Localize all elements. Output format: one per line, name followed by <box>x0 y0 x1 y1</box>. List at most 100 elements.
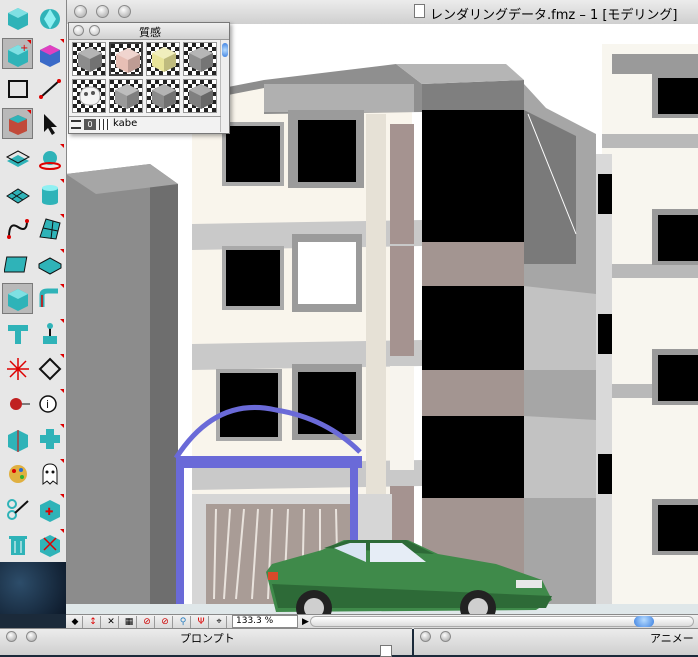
grid-view-icon[interactable] <box>99 119 110 130</box>
material-cube-icon <box>152 84 176 109</box>
tool-plane[interactable] <box>2 143 33 174</box>
window-title: レンダリングデータ.fmz – 1 [モデリング] <box>430 8 678 23</box>
tool-curve[interactable] <box>2 213 33 244</box>
tool-puzzle[interactable]: ✚ <box>34 493 65 524</box>
material-swatch[interactable] <box>109 79 143 113</box>
material-panel[interactable]: 質感 0 kabe <box>68 22 230 134</box>
prompt-checkbox[interactable] <box>380 645 392 657</box>
material-cube-icon <box>152 47 176 72</box>
submenu-indicator-icon <box>60 319 64 323</box>
tool-trash[interactable] <box>2 528 33 559</box>
material-panel-titlebar[interactable]: 質感 <box>69 23 229 40</box>
view-cross-icon[interactable]: ✕ <box>104 616 119 628</box>
minimize-button[interactable] <box>96 5 109 18</box>
tool-arrow-pointer[interactable] <box>34 108 65 139</box>
joystick-icon <box>42 322 57 344</box>
no-entry-icon[interactable]: ⊘ <box>140 616 155 628</box>
tool-box-frame[interactable] <box>2 283 33 314</box>
tool-red-sphere[interactable] <box>2 388 33 419</box>
view-rotate-icon[interactable]: ◆ <box>68 616 83 628</box>
submenu-indicator-icon <box>60 144 64 148</box>
tool-grid-plane[interactable] <box>2 178 33 209</box>
tool-paint[interactable] <box>2 458 33 489</box>
viewport-status-bar: ◆ ↕ ✕ ▦ ⊘ ⊘ ⚲ Ψ ⌖ 133.3 % ▶ <box>66 614 698 629</box>
tool-sweep[interactable] <box>34 283 65 314</box>
center-icon[interactable]: ⌖ <box>212 616 227 628</box>
tool-flat-box[interactable] <box>34 248 65 279</box>
submenu-indicator-icon <box>60 354 64 358</box>
box-frame-icon <box>7 288 28 311</box>
zoom-level-field[interactable]: 133.3 % <box>232 615 298 628</box>
tool-cross[interactable] <box>34 423 65 454</box>
tool-rectangle[interactable] <box>2 73 33 104</box>
tool-scissors[interactable] <box>2 493 33 524</box>
submenu-indicator-icon <box>60 529 64 533</box>
tool-cube-add[interactable]: + <box>2 38 33 69</box>
close-button[interactable] <box>74 5 87 18</box>
tool-mesh[interactable] <box>34 213 65 244</box>
tool-rotate[interactable] <box>34 143 65 174</box>
submenu-indicator-icon <box>27 110 31 114</box>
tool-cylinder[interactable] <box>34 178 65 209</box>
paint-icon <box>8 464 27 483</box>
tool-sphere[interactable] <box>34 3 65 34</box>
zoom-button[interactable] <box>118 5 131 18</box>
tool-box-select[interactable] <box>2 108 33 139</box>
box-split-icon <box>7 429 28 452</box>
material-close-button[interactable] <box>73 25 84 36</box>
tool-line[interactable] <box>34 73 65 104</box>
puzzle-icon: ✚ <box>39 499 60 522</box>
material-vertical-scrollbar[interactable] <box>220 40 229 132</box>
tool-info[interactable]: i <box>34 388 65 419</box>
material-swatch[interactable] <box>72 79 106 113</box>
magnifier-icon[interactable]: ⚲ <box>176 616 191 628</box>
tool-explode[interactable] <box>34 528 65 559</box>
anim-zoom-button[interactable] <box>440 631 451 642</box>
material-cube-icon <box>116 48 140 73</box>
prompt-close-button[interactable] <box>6 631 17 642</box>
cube-icon <box>7 7 28 30</box>
list-view-icon[interactable] <box>71 120 81 129</box>
tool-joystick[interactable] <box>34 318 65 349</box>
sphere-icon <box>39 8 60 29</box>
ghost-icon <box>42 462 57 485</box>
tool-texture-cube[interactable] <box>34 38 65 69</box>
material-swatch[interactable] <box>183 79 217 113</box>
prohibit-icon[interactable]: ⊘ <box>158 616 173 628</box>
line-icon <box>38 78 61 99</box>
tool-palette: + i ✚ <box>0 0 67 562</box>
submenu-indicator-icon <box>60 459 64 463</box>
submenu-indicator-icon <box>27 40 31 44</box>
animation-window[interactable]: アニメー <box>414 628 698 655</box>
cylinder-icon <box>41 184 58 205</box>
tool-ghost[interactable] <box>34 458 65 489</box>
anchor-icon[interactable]: Ψ <box>194 616 209 628</box>
material-swatch[interactable] <box>146 42 180 76</box>
submenu-indicator-icon <box>60 249 64 253</box>
tool-box-split[interactable] <box>2 423 33 454</box>
material-swatch[interactable] <box>109 42 143 76</box>
tool-flat-rect[interactable] <box>2 248 33 279</box>
svg-text:✚: ✚ <box>45 507 53 518</box>
material-scroll-thumb[interactable] <box>222 43 228 57</box>
tool-light[interactable] <box>2 353 33 384</box>
explode-icon <box>39 534 60 557</box>
horizontal-scroll-thumb[interactable] <box>634 616 654 627</box>
prompt-window[interactable]: プロンプト <box>0 628 412 657</box>
prompt-window-title: プロンプト <box>180 632 235 645</box>
material-swatch[interactable] <box>146 79 180 113</box>
material-swatch[interactable] <box>183 42 217 76</box>
prompt-zoom-button[interactable] <box>26 631 37 642</box>
texture-cube-icon <box>39 44 60 67</box>
material-zoom-button[interactable] <box>89 25 100 36</box>
grid-icon[interactable]: ▦ <box>122 616 137 628</box>
grid-plane-icon <box>5 187 30 204</box>
counter-badge: 0 <box>84 119 96 130</box>
tool-t-shape[interactable] <box>2 318 33 349</box>
tool-cube[interactable] <box>2 3 33 34</box>
material-swatch[interactable] <box>72 42 106 76</box>
submenu-indicator-icon <box>60 39 64 43</box>
anim-close-button[interactable] <box>420 631 431 642</box>
tool-diamond[interactable] <box>34 353 65 384</box>
move-arrows-icon[interactable]: ↕ <box>86 616 101 628</box>
